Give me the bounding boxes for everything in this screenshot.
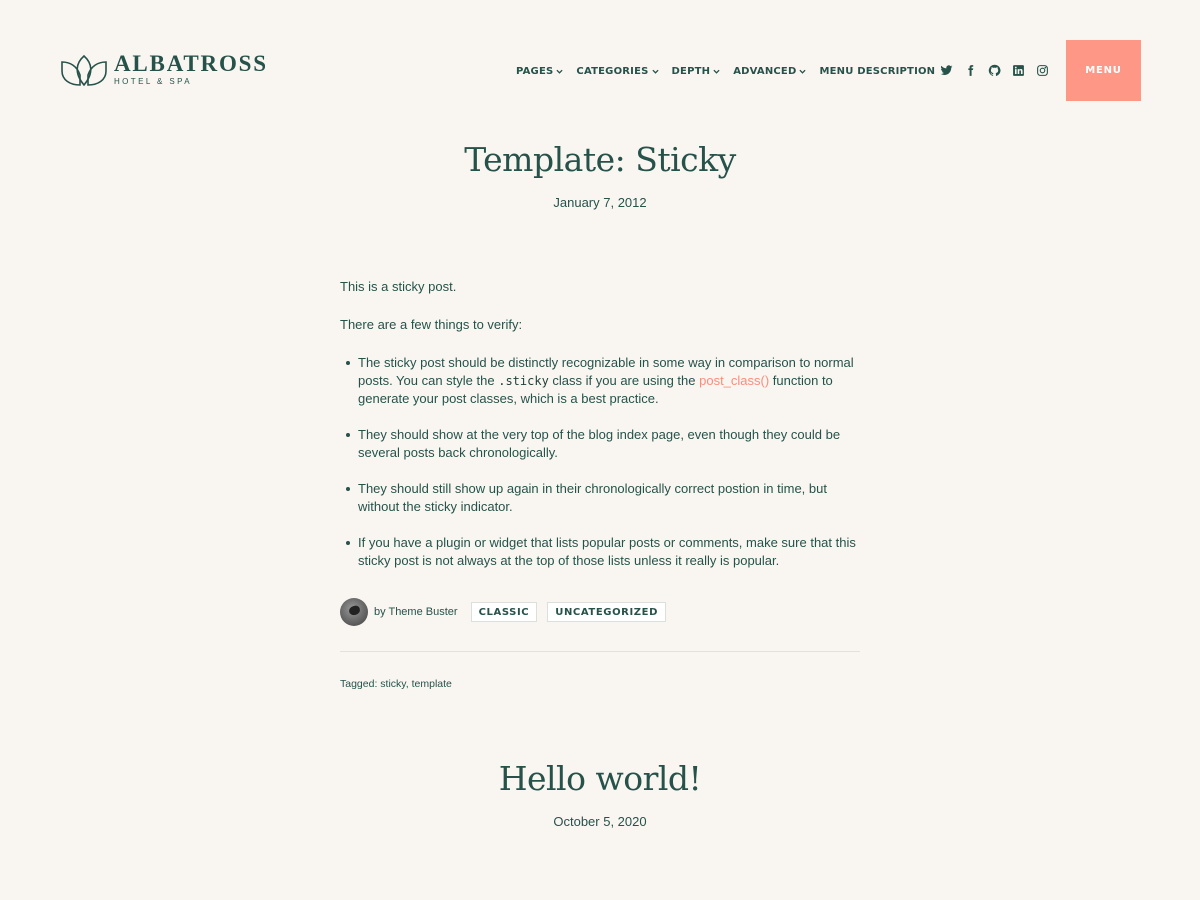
divider (340, 651, 860, 652)
main-nav: PAGES CATEGORIES DEPTH ADVANCED MENU DES… (516, 63, 935, 79)
chevron-down-icon (799, 69, 807, 74)
lotus-logo-icon (61, 54, 107, 86)
post-meta: by Theme Buster CLASSIC UNCATEGORIZED (340, 598, 860, 626)
list-item-text: class if you are using the (548, 373, 700, 388)
nav-item-label: PAGES (516, 65, 554, 77)
code-snippet: .sticky (498, 374, 549, 388)
menu-button[interactable]: MENU (1066, 40, 1141, 101)
site-header: ALBATROSS HOTEL & SPA PAGES CATEGORIES D… (0, 0, 1200, 140)
nav-item-label: CATEGORIES (576, 65, 649, 77)
post-title[interactable]: Template: Sticky (0, 140, 1200, 180)
tagged-label: Tagged: (340, 678, 378, 690)
nav-item-label: DEPTH (671, 65, 711, 77)
logo-text: ALBATROSS HOTEL & SPA (114, 52, 268, 87)
nav-item-categories[interactable]: CATEGORIES (576, 65, 659, 77)
post-tags: Tagged: sticky, template (340, 678, 452, 690)
instagram-icon[interactable] (1034, 62, 1050, 78)
post-title[interactable]: Hello world! (0, 759, 1200, 799)
facebook-icon[interactable] (962, 62, 978, 78)
linkedin-icon[interactable] (1010, 62, 1026, 78)
nav-item-menu-description[interactable]: MENU DESCRIPTION (819, 66, 935, 77)
nav-item-pages[interactable]: PAGES (516, 66, 563, 77)
post-class-link[interactable]: post_class() (699, 373, 769, 388)
chevron-down-icon (651, 69, 659, 74)
twitter-icon[interactable] (938, 62, 954, 78)
chevron-down-icon (713, 69, 720, 74)
tag-link-template[interactable]: template (412, 678, 452, 690)
chevron-down-icon (556, 69, 563, 74)
site-tagline: HOTEL & SPA (114, 77, 192, 86)
bullet-list: The sticky post should be distinctly rec… (340, 354, 860, 570)
list-item: They should still show up again in their… (346, 480, 860, 516)
list-item: If you have a plugin or widget that list… (346, 534, 860, 570)
github-icon[interactable] (986, 62, 1002, 78)
list-item: They should show at the very top of the … (346, 426, 860, 462)
post-date[interactable]: October 5, 2020 (0, 814, 1200, 829)
category-tag-uncategorized[interactable]: UNCATEGORIZED (547, 602, 666, 622)
nav-item-label: ADVANCED (733, 65, 797, 77)
paragraph: This is a sticky post. (340, 279, 457, 294)
post-date[interactable]: January 7, 2012 (0, 195, 1200, 210)
category-tag-classic[interactable]: CLASSIC (470, 602, 538, 622)
site-name: ALBATROSS (114, 51, 268, 76)
author-byline[interactable]: by Theme Buster (374, 606, 458, 618)
paragraph: There are a few things to verify: (340, 317, 523, 332)
tag-link-sticky[interactable]: sticky (380, 678, 405, 690)
nav-item-advanced[interactable]: ADVANCED (733, 65, 807, 77)
nav-item-label: MENU DESCRIPTION (819, 65, 936, 77)
list-item: The sticky post should be distinctly rec… (346, 354, 860, 408)
avatar[interactable] (340, 598, 368, 626)
nav-item-depth[interactable]: DEPTH (672, 66, 721, 77)
post-content: This is a sticky post. There are a few t… (340, 278, 860, 588)
site-logo[interactable]: ALBATROSS HOTEL & SPA (60, 52, 268, 87)
social-links (938, 62, 1058, 78)
